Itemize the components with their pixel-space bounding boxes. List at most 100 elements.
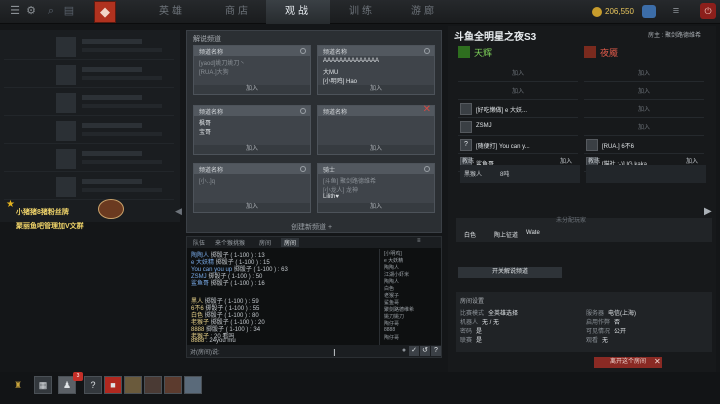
friend-row[interactable]: [4, 62, 174, 88]
coach-join-button[interactable]: 加入: [686, 156, 698, 165]
undo-button[interactable]: ↺: [420, 346, 430, 356]
user-item[interactable]: 8888: [384, 327, 395, 333]
friend-row[interactable]: [4, 118, 174, 144]
shield-icon[interactable]: [642, 5, 656, 18]
gear-icon[interactable]: ⚙: [24, 4, 38, 18]
slot-join-label[interactable]: 加入: [458, 86, 578, 95]
coach-name: 黑猴人: [464, 172, 483, 178]
chat-sender[interactable]: 鲨鱼哥: [191, 281, 209, 287]
tab-heroes[interactable]: 英雄: [140, 0, 204, 24]
friend-status: [82, 188, 162, 192]
tab-learn[interactable]: 训练: [330, 0, 394, 24]
user-item[interactable]: 陶陶人: [384, 264, 399, 271]
power-icon[interactable]: ⏻: [700, 3, 716, 19]
lobby-host: 房主 : 聚剑路德维希: [648, 33, 702, 39]
more-button[interactable]: ?: [431, 346, 441, 356]
slot-join-label[interactable]: 加入: [584, 104, 704, 113]
slot-join-label[interactable]: 加入: [584, 86, 704, 95]
arena-icon[interactable]: ♜: [14, 380, 28, 392]
user-item[interactable]: [小明鸡]: [384, 250, 402, 257]
circle-icon[interactable]: ●: [399, 346, 409, 356]
user-item[interactable]: 老猴子: [384, 292, 399, 299]
radiant-slot[interactable]: 加入: [458, 66, 578, 82]
tab-watch[interactable]: 观战: [266, 0, 330, 24]
chat-tab-more[interactable]: ≡: [417, 238, 421, 244]
join-button[interactable]: 加入: [318, 85, 434, 94]
create-channel-button[interactable]: 创建新频道 +: [291, 222, 332, 232]
chat-sender[interactable]: 8888: [191, 338, 204, 344]
setting-value: 是: [476, 338, 483, 344]
friend-name: [82, 95, 142, 100]
user-item[interactable]: 姚刀姚刀: [384, 313, 404, 320]
setting-row: 密码是: [460, 326, 482, 335]
user-item[interactable]: 陶仔哥: [384, 334, 399, 341]
close-icon[interactable]: ✕: [654, 357, 661, 366]
tab-arcade[interactable]: 游廊: [392, 0, 456, 24]
dire-slot[interactable]: 加入: [584, 84, 704, 100]
slot-join-label[interactable]: 加入: [584, 68, 704, 77]
create-channel-label: 创建新频道: [291, 224, 326, 231]
unassigned-player[interactable]: 白色: [464, 230, 476, 239]
friend-row[interactable]: [4, 34, 174, 60]
user-item[interactable]: 陶仔哥: [384, 320, 399, 327]
radiant-slot[interactable]: [好吃懒做] e 大妖...: [458, 102, 578, 118]
friend-row[interactable]: [4, 146, 174, 172]
coach-name: 8吨: [500, 172, 510, 178]
user-item[interactable]: 江湖小虾米: [384, 271, 409, 278]
dire-slot[interactable]: 加入: [584, 66, 704, 82]
setting-key: 联赛: [460, 338, 473, 344]
dire-slot[interactable]: [RUA.] 6不6: [584, 138, 704, 154]
friends-icon[interactable]: ☰: [8, 4, 22, 18]
chat-tab-channel[interactable]: 来个猴挑猴: [215, 238, 245, 247]
coach-join-button[interactable]: 加入: [560, 156, 572, 165]
user-item[interactable]: 鲨鱼哥: [384, 299, 399, 306]
chat-tab-team[interactable]: 队伍: [193, 238, 205, 247]
join-button[interactable]: 加入: [194, 85, 310, 94]
friend-row[interactable]: [4, 90, 174, 116]
question-icon: ?: [460, 139, 472, 151]
tab-store[interactable]: 商店: [206, 0, 270, 24]
search-icon[interactable]: ⌕: [44, 4, 58, 18]
chevron-right-icon[interactable]: ▶: [704, 206, 712, 217]
slot-join-label[interactable]: 加入: [584, 122, 704, 131]
coach-box: [586, 165, 706, 183]
dire-slot[interactable]: 加入: [584, 120, 704, 136]
chevron-left-icon[interactable]: ◀: [175, 206, 182, 217]
store-icon[interactable]: ▤: [62, 4, 76, 18]
slot-join-label[interactable]: 加入: [458, 68, 578, 77]
dire-slot[interactable]: 加入: [584, 102, 704, 118]
unassigned-player[interactable]: 陶上征道: [494, 230, 518, 239]
broadcast-toggle-button[interactable]: 开关解说频道: [458, 267, 562, 278]
join-button[interactable]: 加入: [194, 203, 310, 212]
player-name: ZSMJ: [476, 123, 492, 129]
radiant-slot[interactable]: ZSMJ: [458, 120, 578, 136]
join-button[interactable]: 加入: [318, 203, 434, 212]
avatar[interactable]: [124, 376, 142, 394]
avatar[interactable]: [144, 376, 162, 394]
friend-row[interactable]: [4, 174, 174, 200]
setting-value: 无: [602, 338, 609, 344]
dota-logo-icon[interactable]: ◆: [94, 1, 116, 23]
close-icon[interactable]: ✕: [423, 104, 431, 115]
chat-tab-room[interactable]: 房间: [259, 238, 271, 247]
menu-icon[interactable]: ≡: [668, 4, 684, 19]
user-item[interactable]: 白色: [384, 285, 394, 292]
unassigned-player[interactable]: Wate: [526, 230, 540, 236]
chat-tab-room-active[interactable]: 房间: [281, 238, 300, 247]
radiant-slot[interactable]: ? [随便打] You can y...: [458, 138, 578, 154]
chat-input[interactable]: 对(房间)说:: [190, 347, 220, 356]
user-item[interactable]: e 大妖精: [384, 257, 403, 264]
avatar[interactable]: [184, 376, 202, 394]
avatar[interactable]: [164, 376, 182, 394]
leave-room-button[interactable]: 离开这个房间: [594, 357, 662, 368]
user-item[interactable]: 陶陶人: [384, 278, 399, 285]
lobby-icon[interactable]: ▦: [34, 376, 52, 394]
join-button[interactable]: 加入: [318, 145, 434, 154]
user-item[interactable]: 聚剑路德维希: [384, 306, 414, 313]
join-button[interactable]: 加入: [194, 145, 310, 154]
confirm-button[interactable]: ✓: [409, 346, 419, 356]
gift-icon[interactable]: ■: [104, 376, 122, 394]
ring-icon: [424, 48, 430, 54]
radiant-slot[interactable]: 加入: [458, 84, 578, 100]
help-icon[interactable]: ?: [84, 376, 102, 394]
